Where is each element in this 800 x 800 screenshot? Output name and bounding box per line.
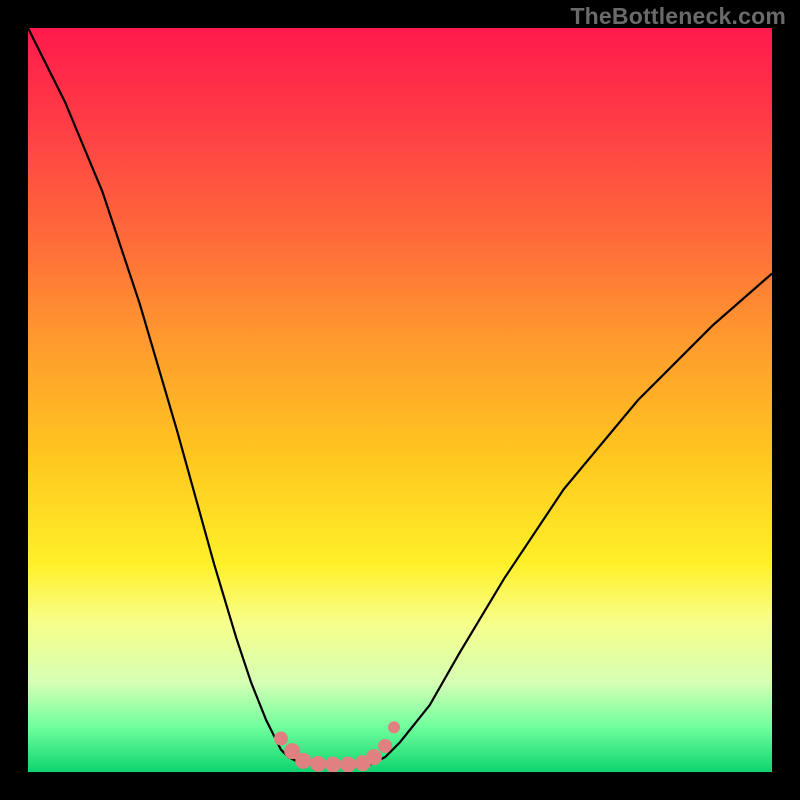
highlight-dot — [366, 749, 382, 765]
highlight-dot — [325, 757, 341, 772]
highlight-dot — [274, 732, 288, 746]
highlight-dot — [295, 753, 311, 769]
chart-svg — [28, 28, 772, 772]
chart-area — [28, 28, 772, 772]
highlight-dot — [340, 757, 356, 772]
highlight-dot — [378, 739, 392, 753]
highlight-dot — [310, 756, 326, 772]
bottleneck-curve — [28, 28, 772, 765]
watermark-label: TheBottleneck.com — [570, 3, 786, 30]
highlight-dot — [388, 721, 400, 733]
